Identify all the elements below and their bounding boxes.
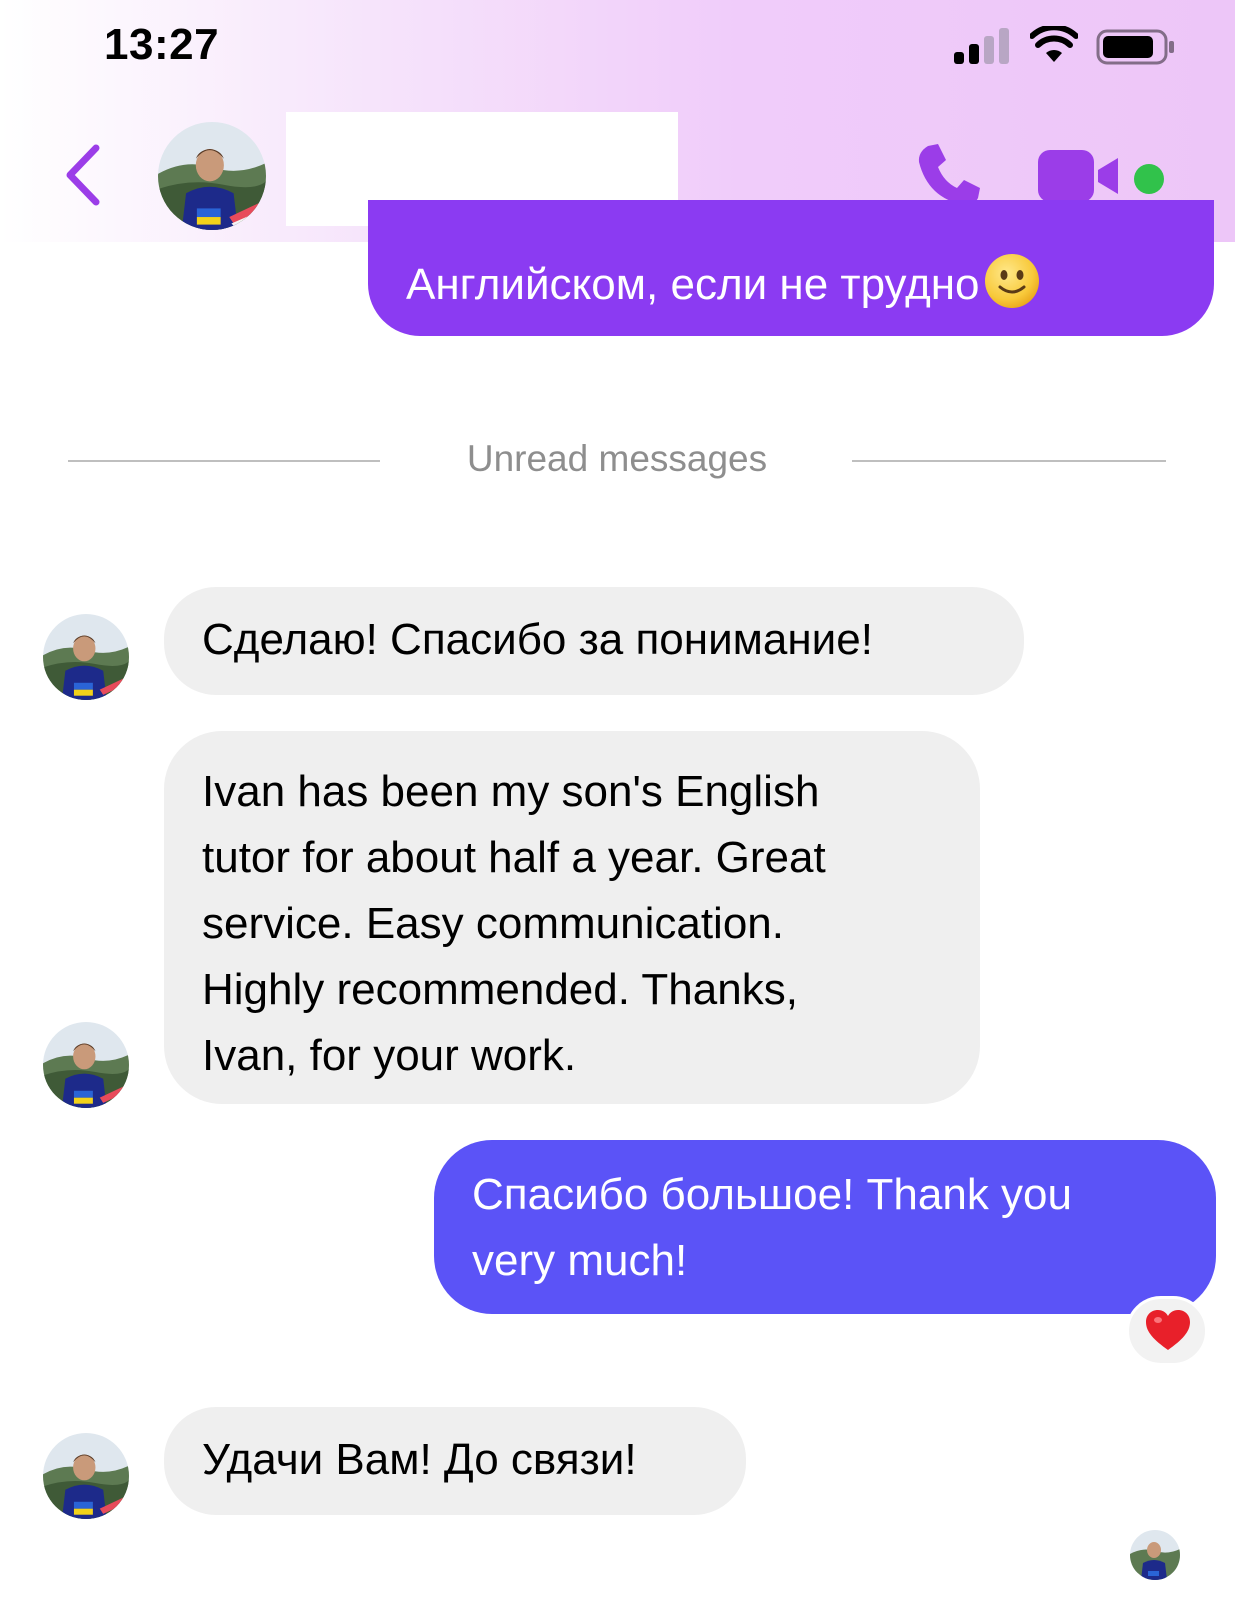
read-receipt-avatar [1130,1530,1180,1580]
battery-icon [1096,29,1174,65]
heart-reaction[interactable] [1126,1296,1208,1366]
message-line: very much! [472,1236,688,1285]
incoming-message-bubble[interactable]: Сделаю! Спасибо за понимание! [164,587,1024,695]
cellular-signal-icon [954,28,1009,64]
message-text: Сделаю! Спасибо за понимание! [202,615,873,664]
wifi-icon [1030,26,1078,62]
message-line: Highly recommended. Thanks, [202,965,798,1014]
slightly-smiling-face-emoji [984,254,1039,308]
contact-avatar[interactable] [158,122,266,230]
red-heart-icon [1146,1310,1190,1350]
divider-line-left [68,460,380,462]
incoming-message-bubble[interactable]: Удачи Вам! До связи! [164,1407,746,1515]
incoming-message-bubble[interactable]: Ivan has been my son's English tutor for… [164,731,980,1104]
sender-avatar[interactable] [43,614,129,700]
back-button[interactable] [62,142,102,208]
message-text: Удачи Вам! До связи! [202,1435,637,1484]
message-line: service. Easy communication. [202,899,784,948]
online-status-dot [1134,164,1164,194]
outgoing-message-bubble[interactable]: Английском, если не трудно [368,200,1214,336]
unread-messages-divider: Unread messages [466,438,768,479]
video-camera-icon[interactable] [1038,148,1122,204]
sender-avatar[interactable] [43,1022,129,1108]
message-line: Спасибо большое! Thank you [472,1170,1072,1219]
sender-avatar[interactable] [43,1433,129,1519]
message-line: Ivan has been my son's English [202,767,820,816]
divider-line-right [852,460,1166,462]
message-line: tutor for about half a year. Great [202,833,826,882]
status-time: 13:27 [104,20,220,69]
message-line: Ivan, for your work. [202,1031,577,1080]
outgoing-message-bubble[interactable]: Спасибо большое! Thank you very much! [434,1140,1216,1314]
message-text: Английском, если не трудно [406,260,980,309]
